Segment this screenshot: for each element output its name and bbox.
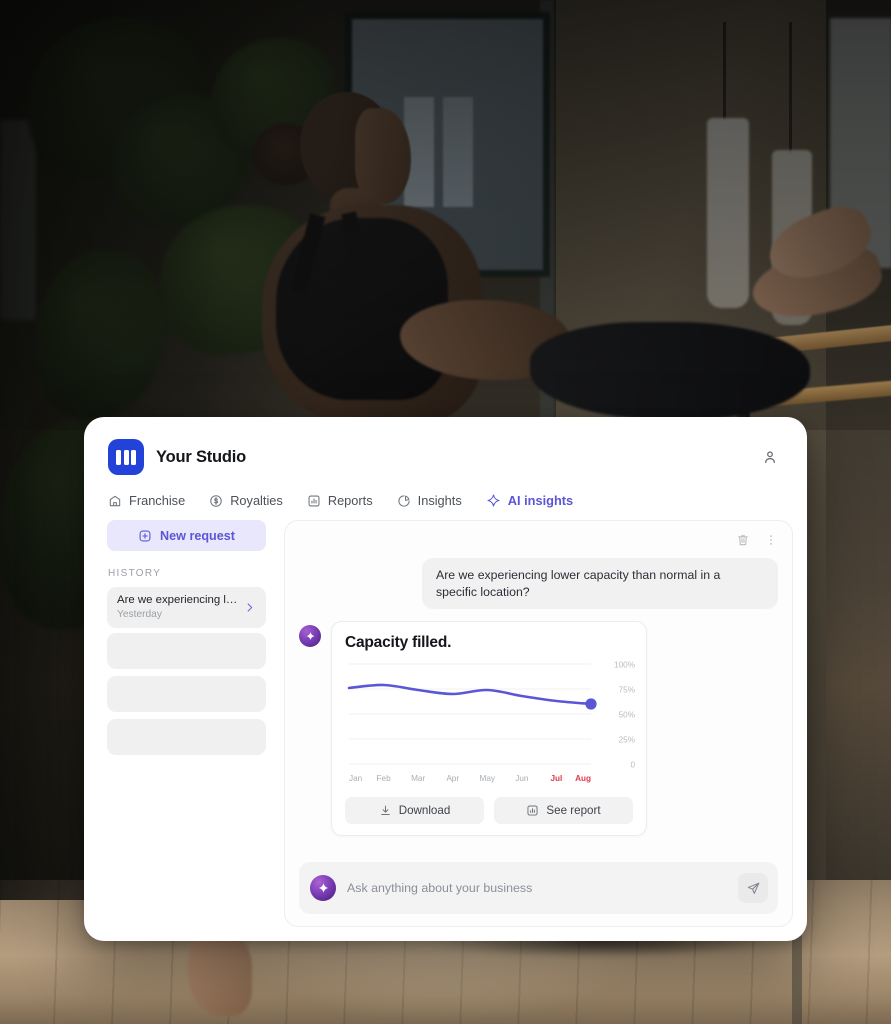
tab-label: Reports	[327, 493, 373, 508]
user-icon[interactable]	[757, 444, 783, 470]
tab-label: Franchise	[129, 493, 186, 508]
x-axis-tick-label: Feb	[377, 774, 392, 783]
chat-panel: Are we experiencing lower capacity than …	[284, 520, 793, 927]
x-axis-tick-label: May	[480, 774, 496, 783]
composer-ai-avatar	[310, 875, 336, 901]
pie-chart-icon	[397, 494, 411, 508]
see-report-button[interactable]: See report	[494, 797, 633, 825]
bar-chart-icon	[526, 804, 539, 817]
studio-logo-icon	[108, 439, 144, 475]
card-title: Capacity filled.	[345, 634, 452, 652]
chat-input[interactable]	[347, 881, 727, 895]
tab-royalties[interactable]: Royalties	[209, 493, 283, 508]
download-icon	[379, 804, 392, 817]
y-axis-tick-label: 100%	[614, 661, 635, 670]
history-item-placeholder[interactable]	[107, 633, 266, 669]
screenshot-root: Your Studio Franchise Royalties Reports …	[0, 0, 891, 1024]
tab-insights[interactable]: Insights	[397, 493, 462, 508]
sparkle-icon	[317, 882, 330, 895]
y-axis-tick-label: 25%	[619, 736, 635, 745]
card-actions: Download See report	[345, 797, 633, 825]
tab-label: Insights	[417, 493, 462, 508]
chart-endpoint-marker	[585, 698, 597, 710]
history-item-placeholder[interactable]	[107, 719, 266, 755]
app-body: New request HISTORY Are we experiencing …	[84, 520, 807, 941]
capacity-line-chart: 100% 75% 50% 25% 0 Jan Feb Mar Apr May Jun Jul Aug	[345, 658, 637, 786]
sparkle-icon	[305, 631, 316, 642]
app-header: Your Studio	[84, 417, 807, 475]
answer-card: Capacity filled. 100% 75% 50% 25% 0 Jan Feb Mar…	[331, 621, 647, 837]
app-window: Your Studio Franchise Royalties Reports …	[84, 417, 807, 941]
plus-square-icon	[138, 529, 152, 543]
history-item-placeholder[interactable]	[107, 676, 266, 712]
x-axis-tick-label: Jun	[515, 774, 529, 783]
tab-franchise[interactable]: Franchise	[108, 493, 185, 508]
history-item-title: Are we experiencing lowe...	[117, 594, 243, 607]
chat-toolbar	[299, 533, 778, 547]
chart-line	[347, 683, 593, 706]
sparkle-icon	[486, 493, 501, 508]
chart-svg: 100% 75% 50% 25% 0 Jan Feb Mar Apr May Jun Jul Aug	[347, 661, 635, 783]
main-nav: Franchise Royalties Reports Insights AI …	[84, 475, 807, 520]
ai-message-row: Capacity filled. 100% 75% 50% 25% 0 Jan Feb Mar…	[299, 621, 778, 837]
tab-ai-insights[interactable]: AI insights	[486, 493, 573, 508]
x-axis-tick-label: Jul	[551, 774, 563, 783]
chevron-right-icon	[243, 601, 256, 614]
history-heading: HISTORY	[108, 568, 162, 579]
user-message-bubble: Are we experiencing lower capacity than …	[422, 558, 778, 610]
history-item[interactable]: Are we experiencing lowe... Yesterday	[107, 587, 266, 628]
message-composer	[299, 862, 778, 914]
y-axis-tick-label: 50%	[619, 711, 635, 720]
see-report-label: See report	[546, 804, 601, 818]
new-request-button[interactable]: New request	[107, 520, 266, 551]
user-message-row: Are we experiencing lower capacity than …	[299, 558, 778, 610]
x-axis-tick-label: Jan	[349, 774, 363, 783]
new-request-label: New request	[160, 528, 235, 543]
history-item-subtitle: Yesterday	[117, 608, 162, 620]
dollar-circle-icon	[209, 494, 223, 508]
tab-label: AI insights	[507, 493, 574, 508]
tab-reports[interactable]: Reports	[307, 493, 373, 508]
bar-chart-square-icon	[307, 494, 321, 508]
x-axis-tick-label: Apr	[446, 774, 459, 783]
download-button[interactable]: Download	[345, 797, 484, 825]
x-axis-tick-label: Aug	[575, 774, 591, 783]
send-button[interactable]	[738, 873, 768, 903]
ai-avatar	[299, 625, 321, 648]
sidebar: New request HISTORY Are we experiencing …	[98, 520, 270, 927]
trash-icon[interactable]	[736, 533, 750, 547]
tab-label: Royalties	[230, 493, 283, 508]
x-axis-tick-label: Mar	[411, 774, 425, 783]
y-axis-tick-label: 0	[630, 761, 635, 770]
store-icon	[108, 494, 122, 508]
y-axis-tick-label: 75%	[619, 686, 635, 695]
download-label: Download	[398, 804, 451, 818]
send-icon	[746, 881, 761, 896]
page-title: Your Studio	[156, 447, 247, 466]
more-vertical-icon[interactable]	[764, 533, 778, 547]
brand: Your Studio	[108, 439, 246, 475]
